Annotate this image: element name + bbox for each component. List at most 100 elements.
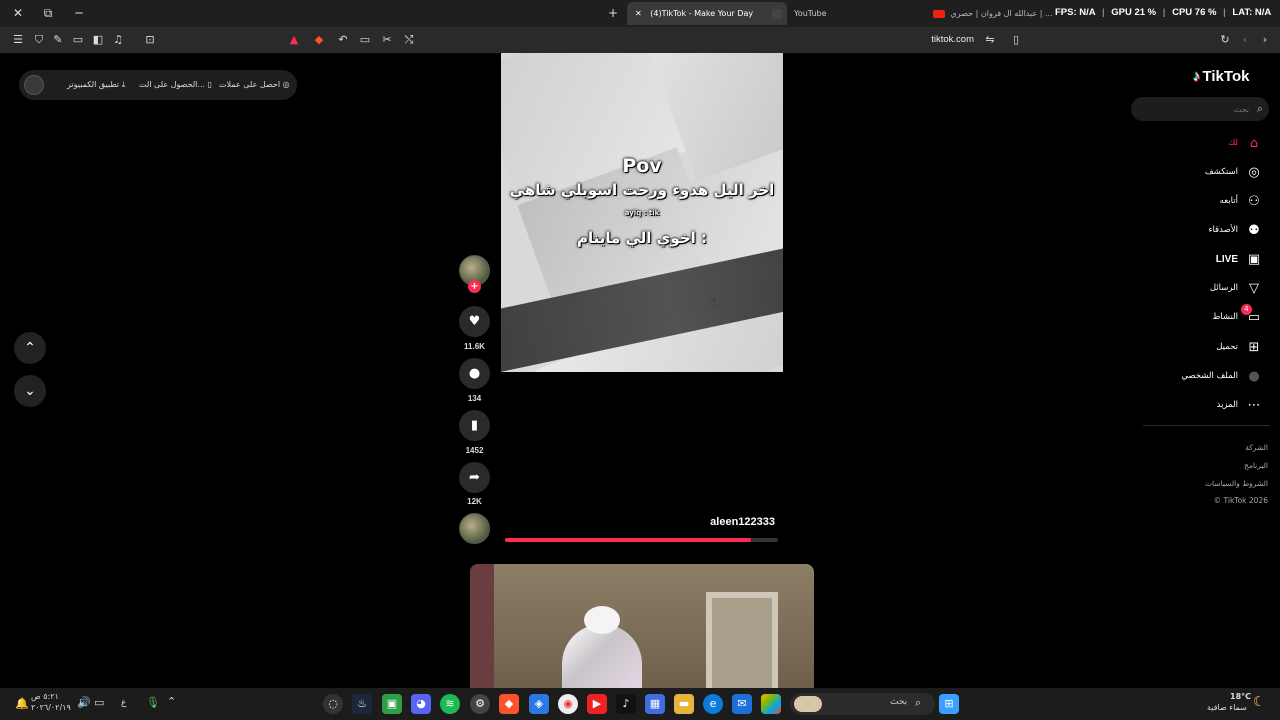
sidebar-item-activity[interactable]: النشاط ▭ 4 xyxy=(1150,304,1266,330)
spotify-icon[interactable]: ≋ xyxy=(440,694,460,714)
app-promo-bar: تطبيق الكمبيوتر ⤓ الحصول على الت... ▯ اح… xyxy=(19,70,297,100)
video-player[interactable]: Pov اخر اليل هدوء ورحت اسويلي شاهي ayiq … xyxy=(501,53,783,372)
back-icon[interactable]: ‹ xyxy=(1237,32,1253,48)
discord-icon[interactable]: ◕ xyxy=(411,694,431,714)
clock-date[interactable]: ٢٠٢٦/٠٢/١٩ xyxy=(31,703,71,712)
taskbar-search[interactable]: بحث ⌕ xyxy=(790,693,935,715)
share-icon[interactable]: ↶ xyxy=(335,32,351,48)
menu-icon[interactable]: ☰ xyxy=(10,32,26,48)
extensions-icon[interactable]: ✎ xyxy=(50,32,66,48)
forward-icon[interactable]: › xyxy=(1257,32,1273,48)
reload-icon[interactable]: ↻ xyxy=(1217,32,1233,48)
brave-icon[interactable]: ◆ xyxy=(499,694,519,714)
sidebar-item-label: المزيد xyxy=(1216,400,1238,410)
sidebar-item-upload[interactable]: تحميل ⊞ xyxy=(1150,338,1266,360)
tab-youtube[interactable]: YouTube xyxy=(788,2,848,25)
notification-bell-icon[interactable]: 🔔 xyxy=(15,697,29,710)
comment-button[interactable]: ● xyxy=(459,358,490,389)
tab-tiktok[interactable]: ✕ (4)TikTok - Make Your Day xyxy=(627,2,787,25)
screenshot-icon[interactable]: ⊡ xyxy=(142,32,158,48)
new-tab-button[interactable]: + xyxy=(603,4,623,22)
tiktok-logo[interactable]: ♪ TikTok xyxy=(1193,68,1249,85)
youtube-app-icon[interactable]: ▶ xyxy=(587,694,607,714)
search-icon[interactable]: ⌕ xyxy=(1257,102,1263,116)
store-icon[interactable]: ▦ xyxy=(645,694,665,714)
network-icon[interactable]: ▭ xyxy=(94,696,104,709)
volume-icon[interactable]: 🔊 xyxy=(77,696,91,709)
like-button[interactable]: ♥ xyxy=(459,306,490,337)
save-button[interactable]: ▮ xyxy=(459,410,490,441)
fps-stat: FPS: N/A xyxy=(1055,7,1096,18)
music-icon[interactable]: ♫ xyxy=(110,32,126,48)
performance-overlay: FPS: N/A | GPU 21 % | CPU 76 % | LAT: N/… xyxy=(1055,7,1272,18)
next-video-preview[interactable] xyxy=(470,564,814,688)
sidebar-item-friends[interactable]: الأصدقاء ⚉ xyxy=(1150,221,1266,243)
microphone-icon[interactable]: 🎙 xyxy=(146,696,160,709)
chevron-up-icon[interactable]: ⌃ xyxy=(167,695,176,708)
video-progress-bar[interactable] xyxy=(505,538,778,542)
start-menu-icon[interactable]: ⊞ xyxy=(939,694,959,714)
bookmark-icon[interactable]: ▯ xyxy=(1008,32,1024,48)
get-coins-label: احصل على عملات xyxy=(219,80,281,89)
creator-avatar-small[interactable] xyxy=(459,513,490,544)
profile-avatar[interactable] xyxy=(24,75,44,95)
copilot-icon[interactable] xyxy=(761,694,781,714)
previous-video-button[interactable]: ⌃ xyxy=(14,332,46,364)
sidebar-item-more[interactable]: المزيد ⋯ xyxy=(1150,396,1266,418)
chat-app-icon[interactable]: ▣ xyxy=(382,694,402,714)
sidebar-icon[interactable]: ◧ xyxy=(90,32,106,48)
app-icon[interactable]: ◈ xyxy=(529,694,549,714)
sidebar-item-for-you[interactable]: لك ⌂ xyxy=(1150,134,1266,156)
footer-link-program[interactable]: البرنامج xyxy=(1244,461,1268,470)
clock-time[interactable]: ٥:٢١ ص xyxy=(31,692,59,701)
url-bar[interactable]: tiktok.com xyxy=(931,32,974,48)
footer-link-terms[interactable]: الشروط والسياسات xyxy=(1205,479,1268,488)
settings-icon[interactable]: ⚙ xyxy=(470,694,490,714)
brave-shields-icon[interactable]: ◆ xyxy=(311,32,327,48)
site-settings-icon[interactable]: ⇋ xyxy=(982,32,998,48)
messages-icon: ▽ xyxy=(1249,281,1259,296)
weather-temp[interactable]: 18°C xyxy=(1230,692,1251,701)
chrome-icon[interactable]: ◉ xyxy=(558,694,578,714)
brave-rewards-icon[interactable]: ▲ xyxy=(286,32,302,48)
live-icon: ▣ xyxy=(1247,252,1261,267)
search-input[interactable] xyxy=(1139,101,1249,117)
share-button[interactable]: ➦ xyxy=(459,462,490,493)
app-launcher-icon[interactable]: ◌ xyxy=(323,694,343,714)
creator-username[interactable]: aleen122333 xyxy=(660,516,775,528)
cast-icon[interactable]: ▭ xyxy=(357,32,373,48)
get-coins-button[interactable]: احصل على عملات ◎ xyxy=(219,78,290,92)
sidebar-item-messages[interactable]: الرسائل ▽ xyxy=(1150,279,1266,301)
tab-video-song[interactable]: عبدالله ال فروان | حصري | ... xyxy=(930,2,1055,25)
sidebar-item-following[interactable]: أتابعه ⚇ xyxy=(1150,192,1266,214)
tiktok-app-icon[interactable]: ♪ xyxy=(616,694,636,714)
coin-icon: ◎ xyxy=(282,80,290,89)
get-app-button[interactable]: الحصول على الت... ▯ xyxy=(139,78,212,92)
sidebar-item-label: النشاط xyxy=(1212,312,1238,322)
notification-badge: 4 xyxy=(1241,304,1252,315)
language-indicator[interactable]: ع xyxy=(121,698,126,708)
translate-icon[interactable]: ✂ xyxy=(379,32,395,48)
minimize-window-button[interactable]: ─ xyxy=(69,4,89,22)
tab-tiktok-label: (4)TikTok - Make Your Day xyxy=(650,9,754,18)
share-arrow-icon: ➦ xyxy=(469,470,480,485)
weather-desc[interactable]: سماء صافية xyxy=(1207,703,1247,712)
footer-link-company[interactable]: الشركة xyxy=(1245,443,1268,452)
wallet-icon[interactable]: ▭ xyxy=(70,32,86,48)
desktop-app-button[interactable]: تطبيق الكمبيوتر ⤓ xyxy=(67,78,125,92)
sidebar-item-live[interactable]: LIVE ▣ xyxy=(1150,250,1266,272)
close-window-button[interactable]: ✕ xyxy=(8,4,28,22)
sidebar-item-explore[interactable]: استكشف ◎ xyxy=(1150,163,1266,185)
tab-close-icon[interactable]: ✕ xyxy=(635,9,642,18)
mail-icon[interactable]: ✉ xyxy=(732,694,752,714)
next-video-button[interactable]: ⌄ xyxy=(14,375,46,407)
shield-icon[interactable]: ⛉ xyxy=(31,32,47,48)
restore-window-button[interactable]: ⧉ xyxy=(38,4,58,22)
search-box[interactable]: ⌕ xyxy=(1131,97,1269,121)
sidebar-item-profile[interactable]: الملف الشخصي ● xyxy=(1150,367,1266,389)
steam-icon[interactable]: ♨ xyxy=(352,694,372,714)
edge-icon[interactable]: e xyxy=(703,694,723,714)
file-explorer-icon[interactable]: ▬ xyxy=(674,694,694,714)
follow-button[interactable]: + xyxy=(468,280,481,293)
link-icon[interactable]: ⤭ xyxy=(401,32,417,48)
